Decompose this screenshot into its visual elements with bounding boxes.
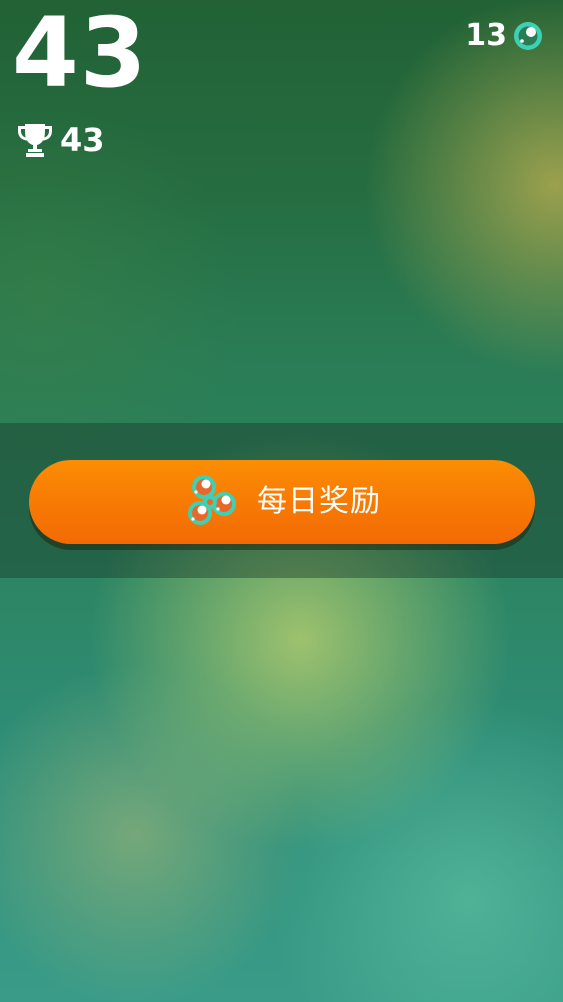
daily-reward-label: 每日奖励	[257, 484, 381, 519]
best-score-value: 43	[60, 121, 105, 159]
spinner-coin-icon	[514, 22, 542, 50]
coin-counter: 13	[465, 16, 543, 56]
current-score: 43	[12, 0, 148, 109]
trophy-icon	[18, 124, 52, 157]
daily-reward-button[interactable]: 每日奖励	[29, 460, 535, 544]
best-score: 43	[16, 120, 105, 160]
fidget-spinner-icon	[188, 475, 236, 525]
coin-count: 13	[465, 18, 507, 53]
